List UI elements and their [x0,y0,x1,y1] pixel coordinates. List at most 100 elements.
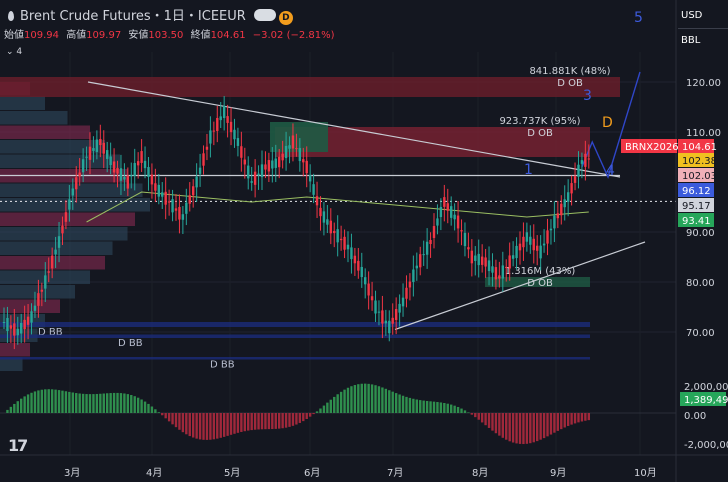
osc-bar [260,413,264,430]
candle-body [150,174,154,185]
osc-bar [212,413,216,440]
y-tick-label: 120.00 [686,78,721,89]
candle-body [525,232,529,242]
zone-label: D BB [210,360,235,371]
ohlc-readout: 始値109.94 高値109.97 安値103.50 終値104.61 −3.0… [4,30,335,41]
x-tick-label: 6月 [304,467,320,479]
candle-body [542,243,546,246]
candle-body [95,139,99,152]
zone-label: 923.737K (95%) [499,116,580,127]
osc-bar [64,391,68,413]
candle-body [463,232,467,247]
osc-bar [484,413,487,426]
candle-body [480,256,484,265]
candle-body [315,196,319,206]
osc-bar [23,396,26,413]
candle-body [353,255,357,264]
osc-bar [522,413,525,445]
osc-bar [181,413,185,433]
candle-body [319,207,322,217]
osc-bar [281,413,284,429]
osc-bar [333,396,336,413]
osc-bar [477,413,480,420]
osc-bar [284,413,288,428]
candle-body [333,230,336,234]
osc-bar [388,390,391,413]
toggle-pill-icon[interactable] [253,9,276,21]
candle-body [308,175,312,182]
candle-body [329,220,332,234]
wave-label: 3 [583,88,592,104]
price-badge-value: 93.41 [682,216,711,227]
candle-body [367,283,370,296]
osc-bar [470,413,474,415]
osc-bar [174,413,178,428]
osc-bar [453,405,456,413]
osc-bar [288,413,291,427]
osc-bar [480,413,484,423]
candle-body [453,214,456,220]
osc-bar [587,413,590,421]
osc-bar [577,413,580,423]
volume-profile-bar [0,212,135,226]
osc-bar [436,402,439,413]
candle-body [501,265,504,279]
indicator-toggle[interactable]: ⌄ 4 [6,47,22,57]
candle-body [68,199,71,210]
candle-body [522,236,525,248]
osc-bar [68,391,71,413]
candle-body [487,260,491,272]
osc-tick-label: 2,000,000 [684,382,728,393]
candle-body [573,176,577,183]
candle-body [532,238,535,251]
candle-body [174,208,178,211]
candle-body [580,160,584,164]
y-tick-label: 110.00 [686,128,721,139]
zone-label: 1.316M (43%) [505,266,576,277]
osc-bar [408,397,412,413]
price-badge-value: 95.17 [682,201,711,212]
osc-bar [511,413,515,443]
osc-bar [78,393,81,413]
osc-bar [274,413,277,429]
candle-body [40,289,44,292]
osc-bar [26,394,30,413]
osc-bar [498,413,501,436]
osc-bar [109,393,112,413]
candle-body [494,267,498,280]
candle-body [546,230,549,244]
osc-bar [432,401,436,413]
volume-profile-bar [0,96,45,110]
osc-bar [222,413,226,437]
osc-bar [536,413,539,442]
candle-body [85,156,88,158]
candle-body [13,323,16,336]
osc-bar [119,393,123,413]
osc-bar [116,392,119,413]
candle-body [247,165,250,179]
candle-body [295,148,298,150]
candle-body [302,159,305,163]
candle-body [171,199,174,213]
candle-body [202,153,205,166]
candle-body [470,250,474,264]
osc-bar [474,413,477,418]
candle-body [456,215,460,229]
osc-bar [425,400,429,413]
osc-bar [322,405,326,413]
candle-body [26,316,30,325]
candle-body [429,239,432,245]
volume-profile-bar [0,111,68,125]
wave-label: 4 [606,163,615,179]
chart-canvas[interactable]: 841.881K (48%)D OB923.737K (95%)D OB1.31… [0,0,728,482]
osc-value-label: 1,389,494 [684,395,728,406]
osc-bar [584,413,587,421]
currency-selector[interactable]: USD BBL [678,4,728,53]
candle-body [422,254,425,256]
unit-bbl[interactable]: BBL [681,29,726,53]
candle-body [219,116,222,121]
osc-bar [298,413,302,423]
currency-usd[interactable]: USD [681,4,726,28]
candle-body [549,228,553,231]
osc-bar [240,413,243,432]
